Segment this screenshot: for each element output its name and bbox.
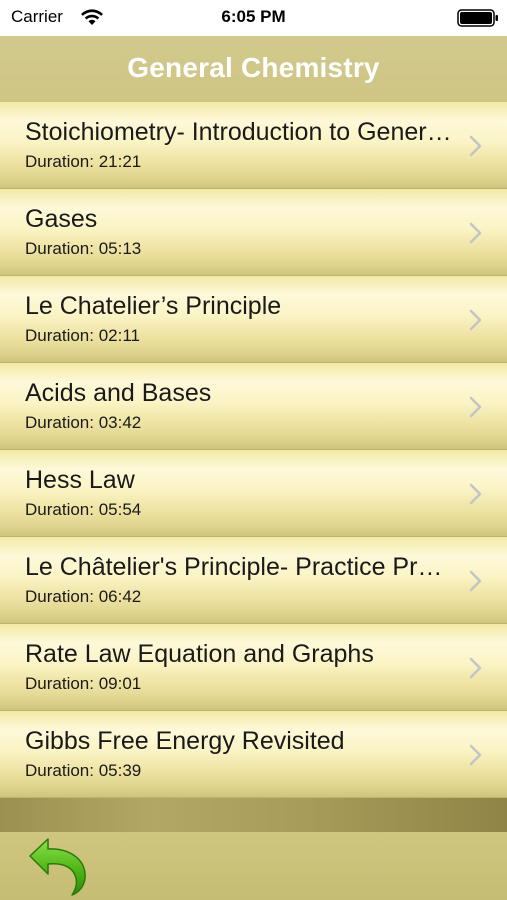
lesson-title: Gibbs Free Energy Revisited: [25, 727, 345, 755]
list-item[interactable]: Rate Law Equation and Graphs Duration: 0…: [0, 624, 507, 711]
bottom-toolbar: [0, 832, 507, 900]
lesson-duration: Duration: 02:11: [25, 326, 140, 345]
lesson-list: Stoichiometry- Introduction to General C…: [0, 102, 507, 798]
list-item[interactable]: Gases Duration: 05:13: [0, 189, 507, 276]
chevron-right-icon: [469, 483, 482, 505]
chevron-right-icon: [469, 570, 482, 592]
chevron-right-icon: [469, 744, 482, 766]
list-item[interactable]: Acids and Bases Duration: 03:42: [0, 363, 507, 450]
lesson-duration: Duration: 09:01: [25, 674, 142, 693]
lesson-title: Rate Law Equation and Graphs: [25, 640, 374, 668]
battery-icon: [457, 9, 498, 27]
clock: 6:05 PM: [221, 7, 286, 26]
page-title: General Chemistry: [127, 52, 380, 83]
app-screen: Carrier 6:05 PM General Chemistry Stoich…: [0, 0, 507, 900]
chevron-right-icon: [469, 657, 482, 679]
list-item[interactable]: Le Châtelier's Principle- Practice Probl…: [0, 537, 507, 624]
chevron-right-icon: [469, 309, 482, 331]
nav-header: General Chemistry: [0, 36, 507, 102]
chevron-right-icon: [469, 222, 482, 244]
status-bar: Carrier 6:05 PM: [0, 0, 507, 36]
lesson-title: Gases: [25, 205, 98, 233]
lesson-duration: Duration: 05:13: [25, 239, 142, 258]
footer-divider: [0, 798, 507, 832]
list-item[interactable]: Stoichiometry- Introduction to General C…: [0, 102, 507, 189]
lesson-duration: Duration: 06:42: [25, 587, 142, 606]
lesson-title: Acids and Bases: [25, 379, 212, 407]
back-arrow-icon[interactable]: [26, 836, 90, 896]
lesson-duration: Duration: 21:21: [25, 152, 142, 171]
lesson-title: Le Châtelier's Principle- Practice Probl…: [25, 553, 455, 581]
lesson-duration: Duration: 05:39: [25, 761, 142, 780]
list-item[interactable]: Hess Law Duration: 05:54: [0, 450, 507, 537]
lesson-duration: Duration: 05:54: [25, 500, 142, 519]
chevron-right-icon: [469, 135, 482, 157]
list-item[interactable]: Le Chatelier’s Principle Duration: 02:11: [0, 276, 507, 363]
lesson-title: Hess Law: [25, 466, 135, 494]
lesson-duration: Duration: 03:42: [25, 413, 142, 432]
lesson-title: Le Chatelier’s Principle: [25, 292, 282, 320]
lesson-title: Stoichiometry- Introduction to General C…: [25, 118, 455, 146]
chevron-right-icon: [469, 396, 482, 418]
list-item[interactable]: Gibbs Free Energy Revisited Duration: 05…: [0, 711, 507, 798]
